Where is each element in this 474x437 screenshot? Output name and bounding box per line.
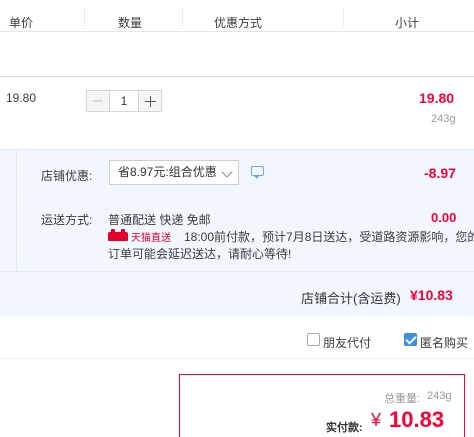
tmall-badge-label: 天猫直送 [131,233,171,244]
tmall-logo-icon [108,229,128,241]
shipping-method: 普通配送 快递 免邮 [108,213,211,227]
header-divider [84,8,85,26]
tmall-direct-badge: 天猫直送 [108,229,171,244]
total-weight-label: 总重量: [384,393,421,405]
shop-discount-label: 店铺优惠: [41,169,93,183]
shipping-label: 运送方式: [41,213,93,227]
item-row [0,76,474,150]
friend-pay-checkbox[interactable] [307,333,320,346]
options-divider [0,358,474,359]
shop-discount-select[interactable]: 省8.97元:组合优惠 [109,160,239,185]
item-subtotal: 19.80 [419,90,455,106]
header-divider [343,8,344,26]
plus-icon [144,95,156,107]
chat-bubble-icon[interactable] [251,166,264,179]
header-quantity: 数量 [118,16,143,30]
quantity-decrease-button[interactable] [86,90,110,112]
pay-currency-symbol: ¥ [371,410,382,430]
header-unit-price: 单价 [9,16,34,30]
header-divider [182,8,183,26]
pay-amount-value: 10.83 [389,407,445,432]
quantity-stepper: 1 [86,90,162,112]
shipping-fee: 0.00 [431,210,457,225]
anonymous-label[interactable]: 匿名购买 [420,334,468,351]
item-weight: 243g [431,113,456,125]
shop-total-label: 店铺合计(含运费) [301,291,401,306]
delivery-notice-line2: 订单可能会延迟送达，请耐心等待! [108,247,292,261]
anonymous-checkbox[interactable] [404,333,417,346]
friend-pay-label[interactable]: 朋友代付 [323,334,371,351]
table-header: 单价 数量 优惠方式 小计 [0,0,474,32]
pay-amount-label: 实付款: [326,422,363,434]
minus-icon [93,100,103,102]
unit-price: 19.80 [6,91,37,105]
panel-divider [0,271,474,272]
quantity-increase-button[interactable] [138,90,162,112]
shop-discount-amount: -8.97 [424,165,456,181]
shop-total-amount: ¥10.83 [410,287,453,303]
total-weight-value: 243g [427,390,452,402]
shop-discount-select-value: 省8.97元:组合优惠 [118,165,217,179]
delivery-notice-line1: 18:00前付款，预计7月8日送达，受道路资源影响，您的 [184,230,474,244]
header-subtotal: 小计 [395,16,420,30]
chevron-down-icon [221,166,233,178]
quantity-input[interactable]: 1 [110,90,138,112]
header-promotion: 优惠方式 [214,16,263,30]
